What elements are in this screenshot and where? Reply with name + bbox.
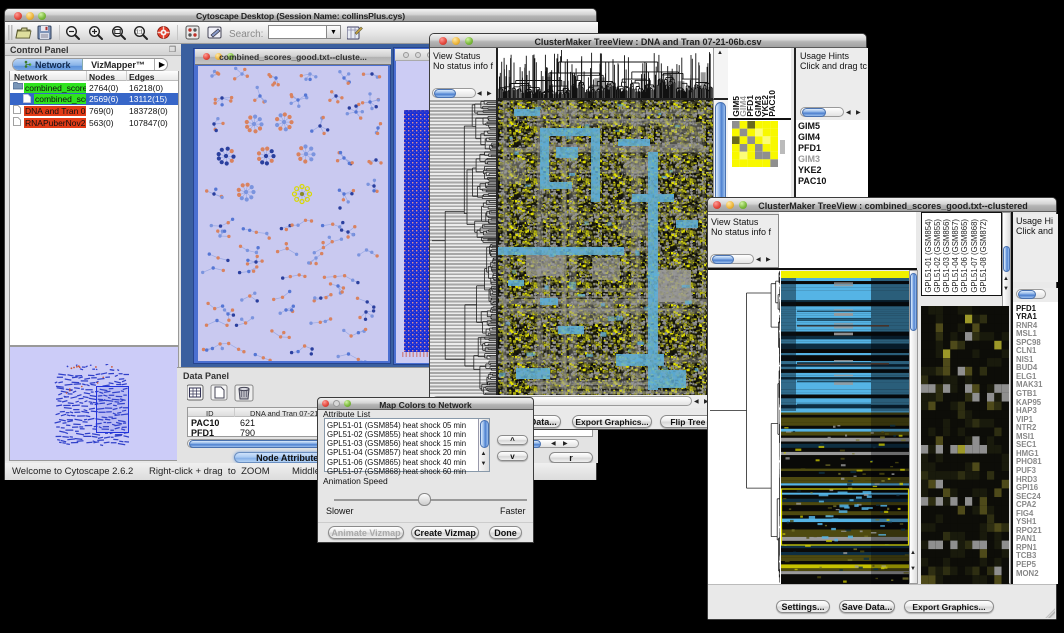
svg-text:1:1: 1:1: [136, 30, 143, 36]
svg-text:Search:: Search:: [229, 29, 263, 40]
